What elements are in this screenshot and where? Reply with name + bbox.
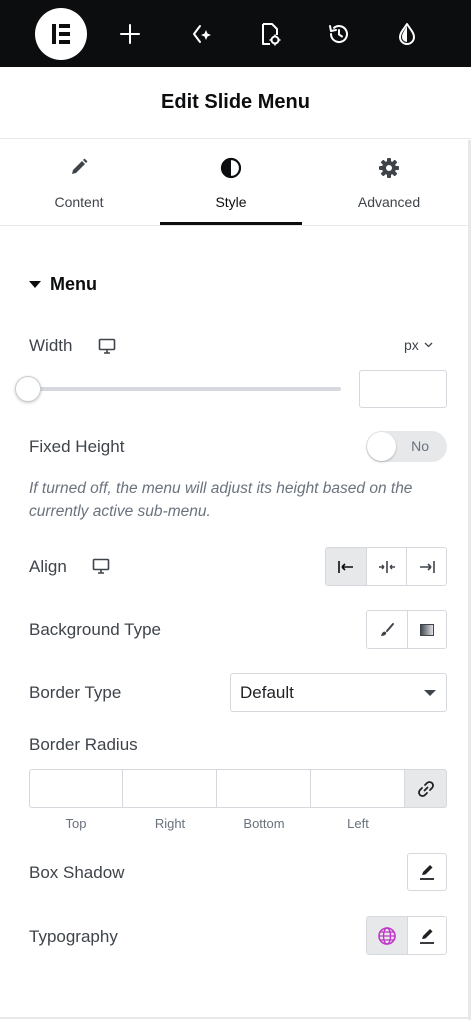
radius-right-input[interactable]	[123, 769, 217, 808]
page-settings-icon	[262, 23, 281, 46]
radius-left-label: Left	[347, 816, 369, 831]
editor-topbar	[0, 0, 471, 67]
active-tab-indicator	[160, 222, 302, 225]
site-settings-button[interactable]	[389, 16, 425, 52]
desktop-icon[interactable]	[98, 338, 116, 354]
align-button-group	[325, 547, 447, 586]
align-label: Align	[29, 557, 67, 576]
tab-label: Content	[54, 194, 104, 210]
width-slider-handle[interactable]	[15, 376, 41, 402]
background-type-label: Background Type	[29, 620, 161, 639]
global-typography-button[interactable]	[367, 917, 407, 954]
toggle-knob	[367, 432, 396, 461]
pencil-icon	[72, 158, 88, 174]
border-type-select[interactable]: Default	[230, 673, 447, 712]
tab-content[interactable]: Content	[8, 140, 150, 226]
width-label: Width	[29, 336, 73, 355]
radius-left-input[interactable]	[311, 769, 405, 808]
tab-label: Advanced	[357, 194, 421, 210]
width-slider-track[interactable]	[29, 387, 341, 391]
caret-down-icon	[424, 690, 436, 696]
pencil-icon	[419, 928, 434, 944]
width-input[interactable]	[359, 370, 447, 408]
align-start-button[interactable]	[326, 548, 366, 585]
history-icon	[329, 25, 348, 43]
unit-value: px	[404, 337, 419, 353]
typography-group	[366, 916, 447, 955]
box-shadow-edit-button[interactable]	[407, 853, 447, 891]
box-shadow-label: Box Shadow	[29, 863, 125, 882]
radius-right-label: Right	[154, 816, 186, 831]
chevron-down-icon	[424, 342, 433, 348]
link-values-button[interactable]	[405, 769, 447, 808]
border-radius-label: Border Radius	[29, 735, 138, 754]
border-type-label: Border Type	[29, 683, 122, 702]
droplet-icon	[399, 23, 415, 45]
align-start-icon	[338, 560, 353, 573]
unit-selector[interactable]: px	[404, 337, 433, 353]
fixed-height-label: Fixed Height	[29, 437, 125, 456]
radius-bottom-label: Bottom	[243, 816, 285, 831]
border-radius-inputs	[29, 769, 447, 808]
gradient-icon	[419, 623, 434, 636]
pencil-icon	[420, 865, 434, 880]
plus-icon	[120, 24, 140, 44]
ai-button[interactable]	[182, 16, 218, 52]
gear-icon	[379, 158, 399, 178]
globe-icon	[377, 926, 396, 945]
page-settings-button[interactable]	[251, 16, 287, 52]
half-circle-icon	[220, 157, 242, 179]
tab-label: Style	[215, 194, 247, 210]
panel-title: Edit Slide Menu	[161, 91, 310, 113]
panel-tabs: Content Style Advanced	[0, 140, 468, 226]
section-title: Menu	[50, 274, 97, 294]
panel-divider	[0, 1017, 468, 1019]
background-gradient-button[interactable]	[406, 611, 446, 648]
link-icon	[417, 780, 434, 797]
add-element-button[interactable]	[112, 16, 148, 52]
background-type-group	[366, 610, 447, 649]
align-end-button[interactable]	[406, 548, 446, 585]
elementor-logo-icon	[52, 24, 70, 44]
history-button[interactable]	[321, 16, 357, 52]
align-center-icon	[378, 560, 395, 573]
typography-edit-button[interactable]	[406, 917, 446, 954]
section-toggle-menu[interactable]: Menu	[29, 274, 97, 295]
brush-icon	[380, 622, 394, 636]
tab-advanced[interactable]: Advanced	[318, 140, 460, 226]
radius-top-input[interactable]	[29, 769, 123, 808]
fixed-height-help: If turned off, the menu will adjust its …	[29, 480, 413, 520]
fixed-height-toggle[interactable]: No	[366, 431, 447, 462]
align-center-button[interactable]	[366, 548, 406, 585]
border-type-value: Default	[240, 683, 294, 702]
radius-bottom-input[interactable]	[217, 769, 311, 808]
background-classic-button[interactable]	[367, 611, 407, 648]
panel-header: Edit Slide Menu	[0, 67, 471, 139]
desktop-icon[interactable]	[92, 558, 110, 574]
radius-top-label: Top	[65, 816, 87, 831]
elementor-logo-button[interactable]	[35, 8, 87, 60]
tab-style[interactable]: Style	[160, 140, 302, 226]
typography-label: Typography	[29, 927, 118, 946]
sparkle-icon	[193, 25, 211, 43]
align-end-icon	[419, 560, 435, 573]
caret-down-icon	[29, 281, 41, 288]
toggle-state: No	[411, 438, 429, 454]
